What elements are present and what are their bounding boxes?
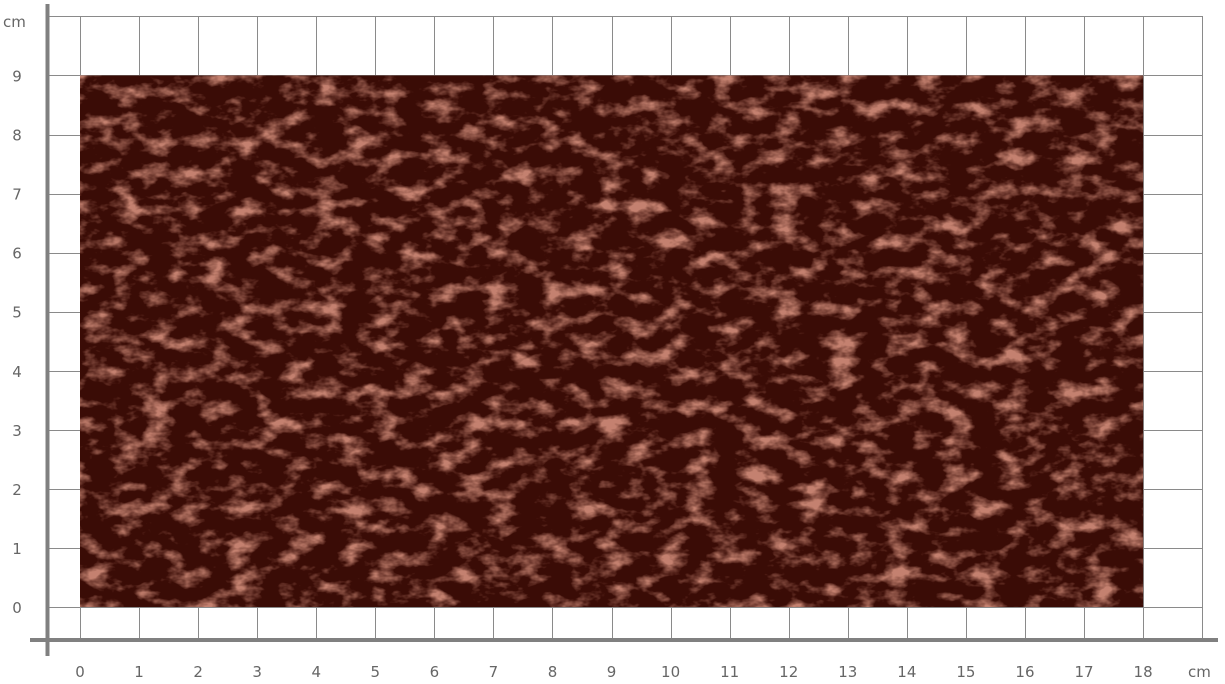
- x-tick-label: 11: [720, 663, 739, 681]
- x-tick-label: 1: [134, 663, 144, 681]
- x-tick-label: 4: [311, 663, 321, 681]
- x-tick-label: 0: [75, 663, 85, 681]
- x-tick-label: 18: [1134, 663, 1153, 681]
- measurement-grid: 0 1 2 3 4 5 6 7 8 9 10 11 12 13 14 15 16 17 180123456789 c…: [3, 4, 1218, 681]
- y-tick-label: 0: [12, 599, 22, 617]
- y-tick-label: 7: [12, 186, 22, 204]
- x-tick-label: 5: [371, 663, 381, 681]
- x-tick-label: 12: [779, 663, 798, 681]
- y-tick-label: 5: [12, 304, 22, 322]
- x-tick-label: 9: [607, 663, 617, 681]
- x-tick-label: 14: [897, 663, 916, 681]
- x-tick-label: 8: [548, 663, 558, 681]
- leather-texture: [80, 75, 1144, 607]
- y-tick-label: 6: [12, 245, 22, 263]
- x-tick-label: 7: [489, 663, 499, 681]
- x-tick-label: 10: [661, 663, 680, 681]
- y-tick-label: 9: [12, 67, 22, 85]
- x-tick-label: 13: [838, 663, 857, 681]
- x-tick-label: 6: [430, 663, 440, 681]
- x-tick-label: 15: [956, 663, 975, 681]
- x-unit-label: cm: [1188, 663, 1211, 681]
- x-tick-label: 17: [1074, 663, 1093, 681]
- y-tick-label: 2: [12, 481, 22, 499]
- x-tick-label: 16: [1015, 663, 1034, 681]
- y-unit-label: cm: [3, 13, 26, 31]
- x-tick-label: 2: [193, 663, 203, 681]
- y-tick-label: 3: [12, 422, 22, 440]
- x-tick-label: 3: [252, 663, 262, 681]
- y-tick-label: 1: [12, 540, 22, 558]
- y-tick-label: 4: [12, 363, 22, 381]
- y-tick-label: 8: [12, 127, 22, 145]
